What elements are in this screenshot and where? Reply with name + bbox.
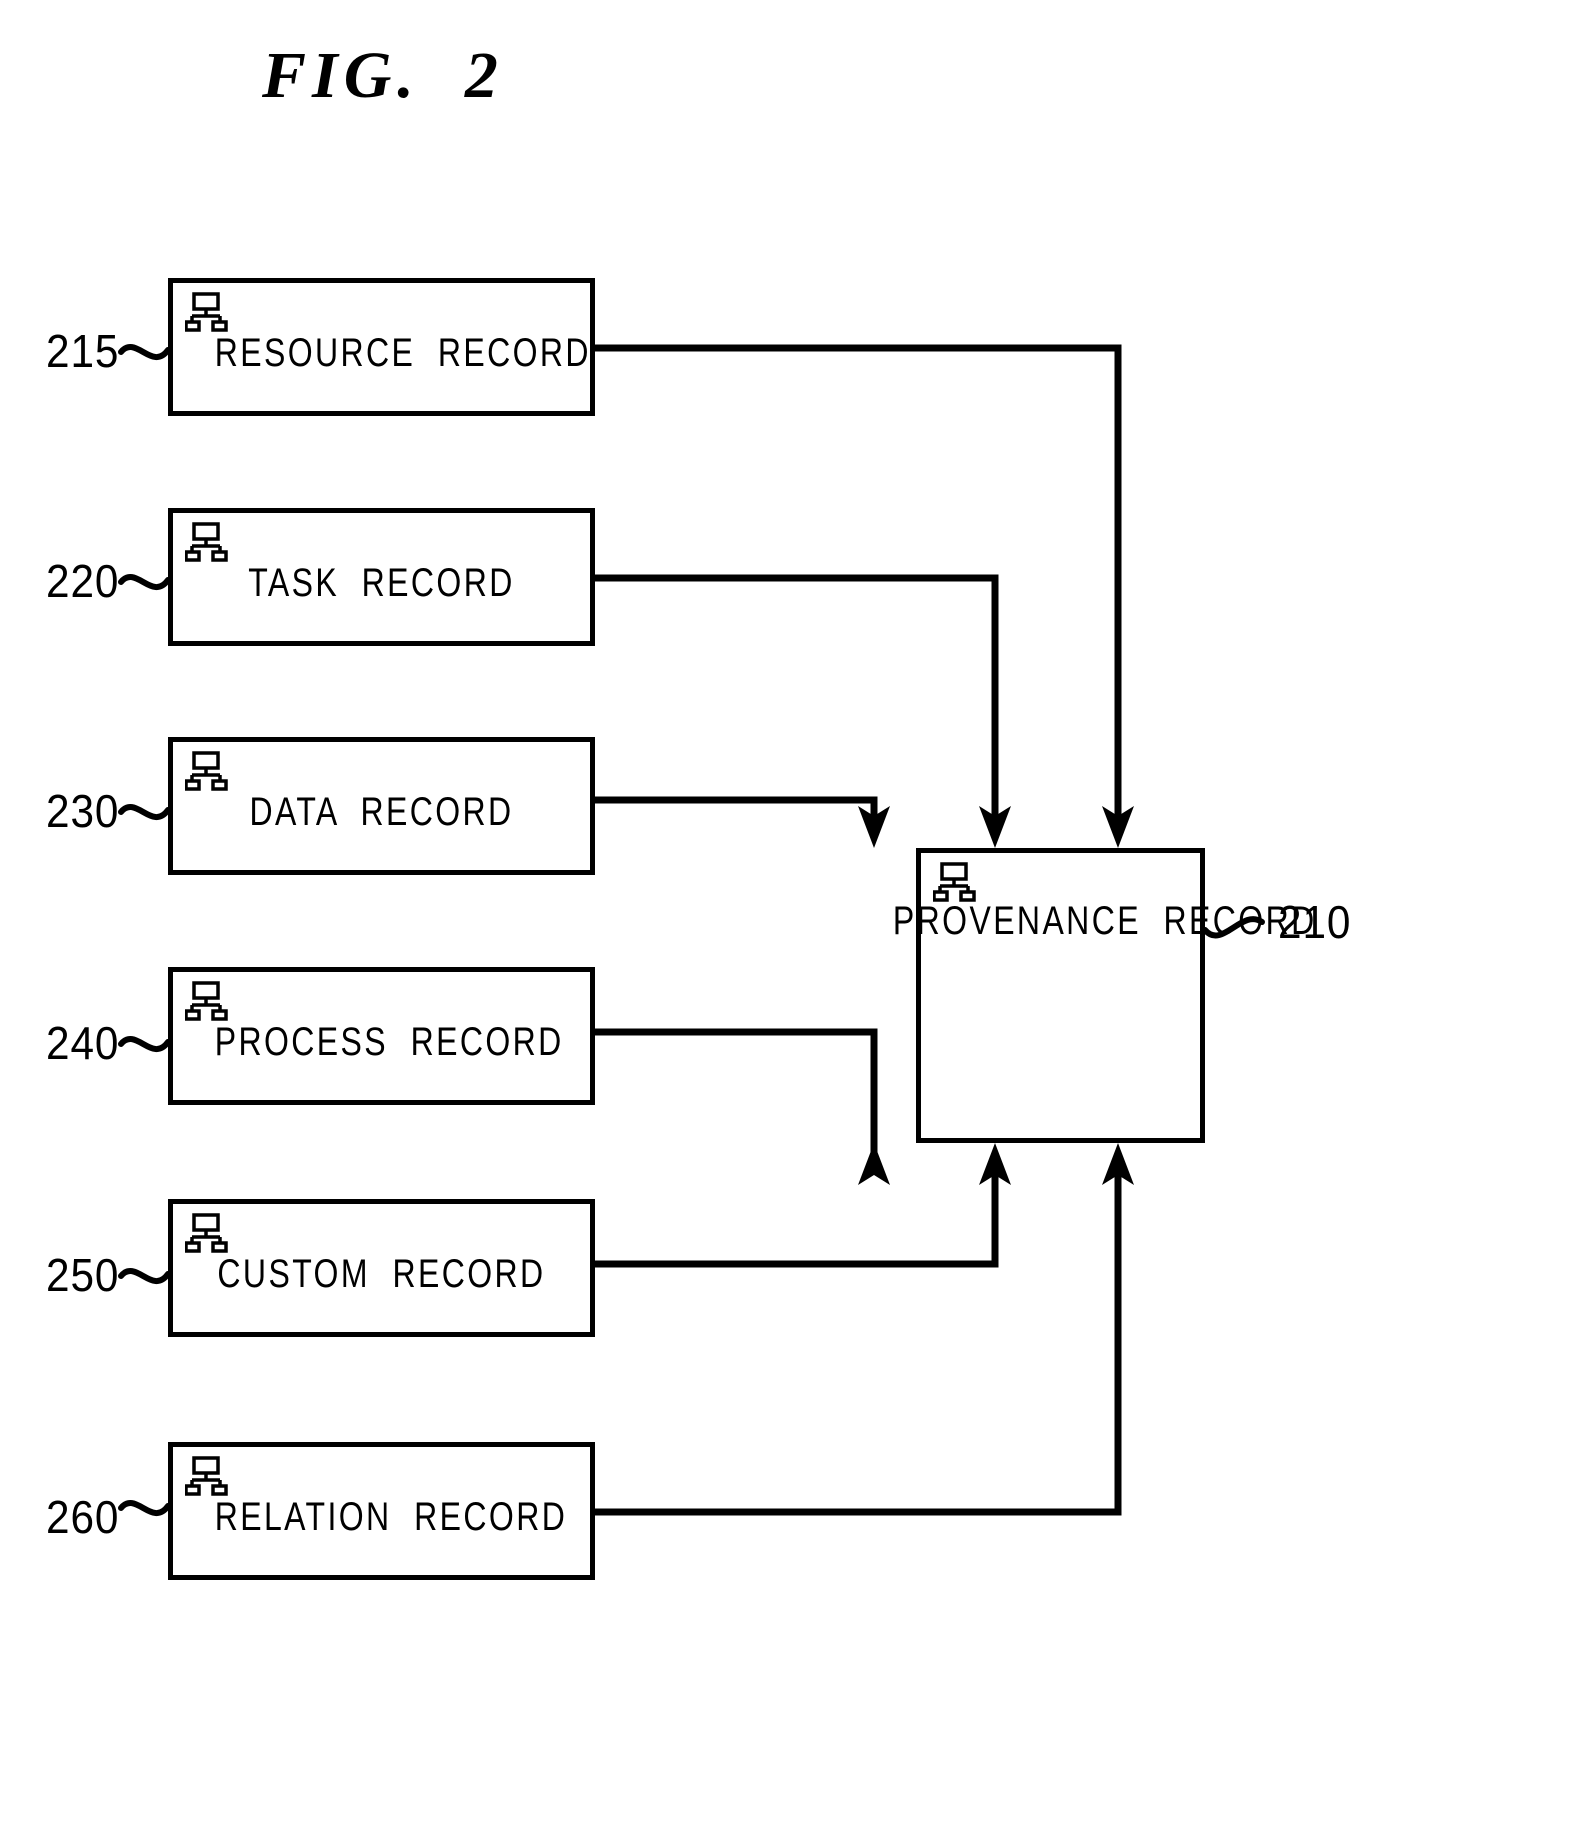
arrowhead-250: [979, 1143, 1011, 1185]
wire-215-to-210: [595, 344, 1122, 830]
node-label-provenance-record: PROVENANCE RECORD: [892, 899, 1317, 943]
arrowhead-215: [1102, 806, 1134, 848]
ref-number-220: 220: [46, 555, 120, 607]
ref-number-240: 240: [46, 1017, 120, 1069]
node-label-data-record: DATA RECORD: [249, 790, 514, 834]
ref-number-230: 230: [46, 785, 120, 837]
arrowhead-240: [858, 1143, 890, 1185]
node-box-data-record[interactable]: DATA RECORD: [168, 737, 595, 875]
arrowhead-260: [1102, 1143, 1134, 1185]
leader-260: [118, 1500, 171, 1516]
leader-250: [118, 1268, 171, 1284]
network-node-icon: [184, 981, 229, 1025]
figure-title: FIG. 2: [262, 39, 504, 112]
network-node-icon: [184, 751, 229, 795]
node-box-custom-record[interactable]: CUSTOM RECORD: [168, 1199, 595, 1337]
node-label-resource-record: RESOURCE RECORD: [214, 331, 591, 375]
wire-240-to-210: [595, 1028, 878, 1161]
wire-220-to-210: [595, 574, 999, 830]
leader-220: [118, 574, 171, 590]
arrowhead-220: [979, 806, 1011, 848]
ref-number-250: 250: [46, 1249, 120, 1301]
node-label-relation-record: RELATION RECORD: [214, 1495, 568, 1539]
network-node-icon: [184, 1213, 229, 1257]
leader-230: [118, 804, 171, 820]
node-box-process-record[interactable]: PROCESS RECORD: [168, 967, 595, 1105]
ref-number-260: 260: [46, 1491, 120, 1543]
arrowhead-230: [858, 806, 890, 848]
node-box-relation-record[interactable]: RELATION RECORD: [168, 1442, 595, 1580]
leader-215: [118, 344, 171, 360]
network-node-icon: [184, 522, 229, 566]
node-label-task-record: TASK RECORD: [248, 561, 515, 605]
node-box-task-record[interactable]: TASK RECORD: [168, 508, 595, 646]
node-box-resource-record[interactable]: RESOURCE RECORD: [168, 278, 595, 416]
ref-number-215: 215: [46, 325, 120, 377]
wire-230-to-210: [595, 796, 878, 830]
node-label-custom-record: CUSTOM RECORD: [217, 1252, 546, 1296]
network-node-icon: [184, 1456, 229, 1500]
node-label-process-record: PROCESS RECORD: [214, 1020, 564, 1064]
network-node-icon: [184, 292, 229, 336]
ref-number-210: 210: [1278, 896, 1352, 948]
wire-250-to-210: [595, 1161, 999, 1268]
leader-240: [118, 1036, 171, 1052]
node-box-provenance-record[interactable]: PROVENANCE RECORD: [893, 848, 1314, 1143]
wire-260-to-210: [595, 1161, 1122, 1516]
patent-figure: FIG. 2 RESOURCE RECORD 215 TASK RECORD 2…: [0, 0, 1590, 1836]
